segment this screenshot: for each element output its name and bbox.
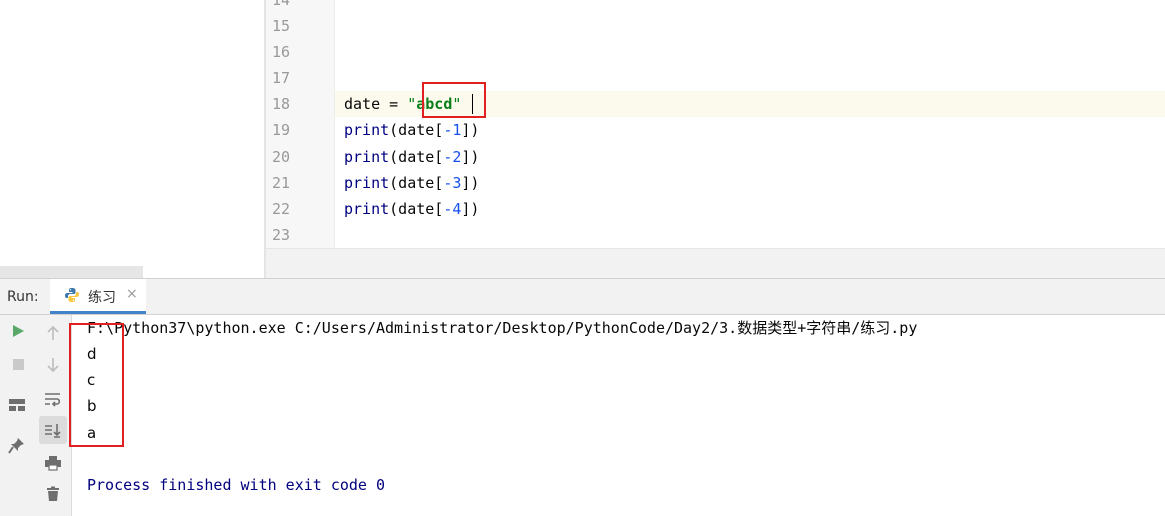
close-icon[interactable]: ×	[126, 286, 138, 302]
code-variable: date	[344, 95, 381, 113]
code-operator: =	[380, 95, 408, 113]
code-number: -2	[443, 148, 462, 166]
code-text: (date[	[389, 174, 444, 192]
line-number: 19	[272, 121, 291, 139]
run-label: Run:	[7, 289, 39, 305]
line-number: 16	[272, 43, 291, 61]
code-line[interactable]: print(date[-1])	[344, 117, 479, 143]
console-exit-message: Process finished with exit code 0	[87, 476, 386, 494]
code-number: -3	[443, 174, 462, 192]
line-number: 23	[272, 226, 291, 244]
highlight-box-string	[422, 82, 486, 118]
python-icon	[64, 287, 80, 303]
project-pane	[0, 0, 264, 278]
project-horizontal-scrollbar[interactable]	[0, 266, 143, 278]
code-function: print	[344, 200, 390, 218]
code-text: ])	[461, 148, 480, 166]
down-arrow-icon[interactable]	[40, 352, 66, 378]
line-number: 15	[272, 17, 291, 35]
tab-label: 练习	[88, 290, 116, 306]
line-number: 20	[272, 148, 291, 166]
run-icon[interactable]	[5, 318, 31, 344]
code-line[interactable]: print(date[-3])	[344, 170, 479, 196]
code-number: -4	[443, 200, 462, 218]
line-number: 21	[272, 174, 291, 192]
line-number-gutter: 14 15 16 17 18 19 20 21 22 23	[266, 0, 335, 248]
code-quote: "	[407, 95, 417, 113]
code-line[interactable]: print(date[-4])	[344, 196, 479, 222]
pin-icon[interactable]	[4, 432, 30, 458]
tab-run-config[interactable]: 练习 ×	[50, 279, 146, 314]
code-text: (date[	[389, 121, 444, 139]
code-line[interactable]: print(date[-2])	[344, 144, 479, 170]
layout-icon[interactable]	[4, 392, 30, 418]
code-function: print	[344, 148, 390, 166]
run-toolbar-secondary	[36, 315, 72, 516]
run-toolbar-primary	[0, 315, 37, 516]
line-number: 18	[272, 95, 291, 113]
code-text: ])	[461, 121, 480, 139]
code-text: ])	[461, 200, 480, 218]
code-function: print	[344, 174, 390, 192]
editor-bottom-bar	[266, 248, 1165, 279]
code-text: (date[	[389, 148, 444, 166]
run-tool-window-header: Run: 练习 ×	[0, 278, 1165, 315]
print-icon[interactable]	[40, 450, 66, 476]
run-console[interactable]: F:\Python37\python.exe C:/Users/Administ…	[72, 315, 1165, 516]
code-function: print	[344, 121, 390, 139]
code-text: (date[	[389, 200, 444, 218]
trash-icon[interactable]	[40, 481, 66, 507]
highlight-box-output	[69, 323, 124, 447]
console-command-line: F:\Python37\python.exe C:/Users/Administ…	[87, 319, 918, 337]
line-number: 14	[272, 0, 291, 9]
code-number: -1	[443, 121, 462, 139]
soft-wrap-icon[interactable]	[40, 386, 66, 412]
line-number: 22	[272, 200, 291, 218]
up-arrow-icon[interactable]	[40, 320, 66, 346]
line-number: 17	[272, 69, 291, 87]
code-editor[interactable]: 14 15 16 17 18 19 20 21 22 23 date = "ab…	[266, 0, 1165, 248]
stop-icon[interactable]	[5, 351, 31, 377]
code-text: ])	[461, 174, 480, 192]
scroll-to-end-icon[interactable]	[39, 416, 67, 444]
